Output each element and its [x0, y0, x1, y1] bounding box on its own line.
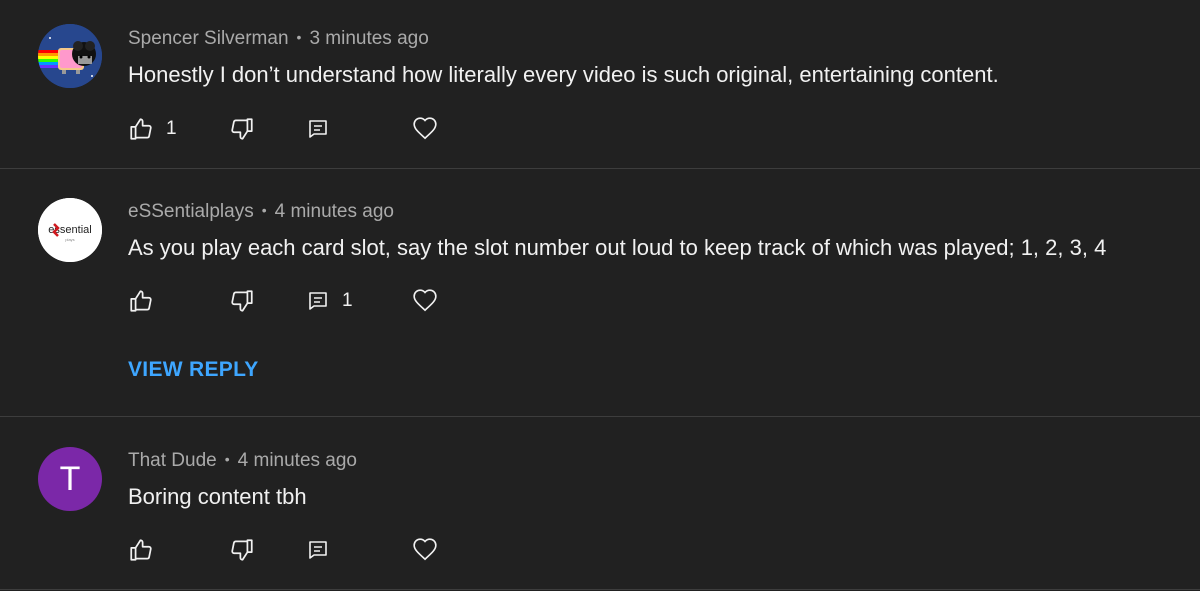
thumbs-down-icon: [231, 118, 253, 140]
comment-time[interactable]: 4 minutes ago: [238, 450, 357, 471]
comment-time[interactable]: 4 minutes ago: [275, 201, 394, 222]
dislike-button[interactable]: [229, 114, 255, 144]
essential-logo-avatar-icon: essential plays: [38, 198, 102, 262]
like-button[interactable]: [128, 286, 154, 316]
comment-text: Honestly I don’t understand how literall…: [128, 62, 999, 87]
separator-dot: •: [224, 451, 230, 467]
avatar[interactable]: T: [38, 447, 102, 511]
comment-actions: 1: [128, 286, 468, 316]
avatar[interactable]: [38, 24, 102, 88]
comment-item: Spencer Silverman • 3 minutes ago Honestly…: [0, 0, 1200, 168]
like-button[interactable]: [128, 535, 154, 565]
heart-icon: [413, 289, 437, 312]
thumbs-down-icon: [231, 539, 253, 561]
reply-icon: [309, 292, 327, 310]
reply-button[interactable]: 1: [306, 286, 353, 316]
heart-button[interactable]: [412, 286, 438, 316]
comment-meta: That Dude • 4 minutes ago: [128, 450, 357, 472]
comment-item: T That Dude • 4 minutes ago Boring content…: [0, 417, 1200, 591]
comment-actions: 1: [128, 114, 468, 144]
heart-button[interactable]: [412, 114, 438, 144]
separator-dot: •: [261, 202, 267, 218]
author-name[interactable]: Spencer Silverman: [128, 28, 289, 49]
author-name[interactable]: That Dude: [128, 450, 217, 471]
reply-count: 1: [342, 290, 353, 311]
comment-text: As you play each card slot, say the slot…: [128, 235, 1107, 260]
comments-list: Spencer Silverman • 3 minutes ago Honestly…: [0, 0, 1200, 591]
reply-button[interactable]: [306, 535, 330, 565]
thumbs-up-icon: [130, 118, 152, 140]
divider: [0, 589, 1200, 590]
comment-actions: [128, 535, 468, 565]
reply-button[interactable]: [306, 114, 330, 144]
heart-button[interactable]: [412, 535, 438, 565]
comment-meta: Spencer Silverman • 3 minutes ago: [128, 28, 429, 50]
heart-icon: [413, 117, 437, 140]
reply-icon: [309, 541, 327, 559]
comment-item: essential plays eSSentialplays • 4 minutes…: [0, 169, 1200, 416]
comment-text: Boring content tbh: [128, 484, 307, 509]
comment-time[interactable]: 3 minutes ago: [309, 28, 428, 49]
separator-dot: •: [296, 29, 302, 45]
avatar-letter: T: [59, 460, 81, 498]
reply-icon: [309, 120, 327, 138]
svg-text:plays: plays: [65, 237, 74, 242]
thumbs-up-icon: [130, 290, 152, 312]
thumbs-down-icon: [231, 290, 253, 312]
author-name[interactable]: eSSentialplays: [128, 201, 254, 222]
view-reply-button[interactable]: VIEW REPLY: [128, 358, 259, 382]
like-button[interactable]: 1: [128, 114, 177, 144]
dislike-button[interactable]: [229, 535, 255, 565]
avatar[interactable]: essential plays: [38, 198, 102, 262]
thumbs-up-icon: [130, 539, 152, 561]
like-count: 1: [166, 118, 177, 139]
dislike-button[interactable]: [229, 286, 255, 316]
comment-meta: eSSentialplays • 4 minutes ago: [128, 201, 394, 223]
heart-icon: [413, 538, 437, 561]
nyan-cat-avatar-icon: [38, 24, 102, 88]
